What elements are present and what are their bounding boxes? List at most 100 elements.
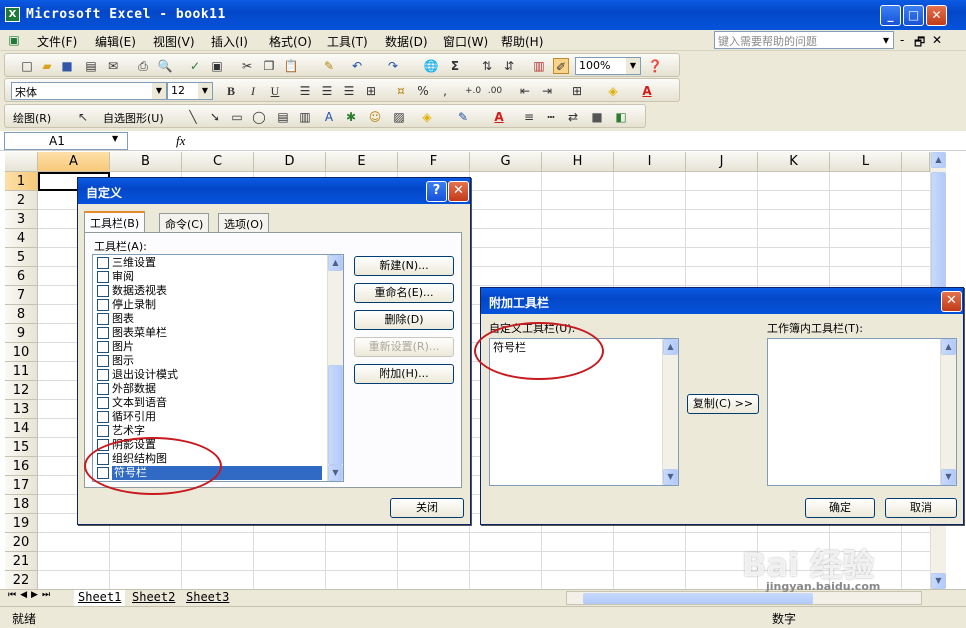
- row-header[interactable]: 8: [5, 305, 38, 324]
- select-all-corner[interactable]: [5, 152, 38, 172]
- workbook-toolbars-listbox[interactable]: ▲ ▼: [767, 338, 957, 486]
- row-header[interactable]: 15: [5, 438, 38, 457]
- list-scrollbar[interactable]: ▲ ▼: [327, 255, 343, 481]
- column-header[interactable]: C: [182, 152, 254, 172]
- row-header[interactable]: 3: [5, 210, 38, 229]
- row-header[interactable]: 22: [5, 571, 38, 590]
- row-header[interactable]: 18: [5, 495, 38, 514]
- tab-options[interactable]: 选项(O): [218, 213, 270, 232]
- help-icon[interactable]: ❓: [647, 58, 663, 74]
- column-header[interactable]: L: [830, 152, 902, 172]
- print-preview-icon[interactable]: 🔍: [157, 58, 173, 74]
- row-header[interactable]: 10: [5, 343, 38, 362]
- decrease-decimal-icon[interactable]: .00: [487, 83, 503, 99]
- new-toolbar-button[interactable]: 新建(N)...: [354, 256, 454, 276]
- column-header[interactable]: A: [38, 152, 110, 172]
- menu-insert[interactable]: 插入(I): [211, 33, 248, 50]
- sheet-tab-1[interactable]: Sheet1: [74, 590, 126, 606]
- row-header[interactable]: 4: [5, 229, 38, 248]
- row-header[interactable]: 1: [5, 172, 38, 191]
- percent-button[interactable]: %: [415, 83, 431, 99]
- sheet-horizontal-scrollbar[interactable]: [566, 591, 922, 605]
- menu-edit[interactable]: 编辑(E): [95, 33, 136, 50]
- column-header[interactable]: H: [542, 152, 614, 172]
- copy-icon[interactable]: ❐: [261, 58, 277, 74]
- tab-toolbars[interactable]: 工具栏(B): [84, 211, 146, 232]
- rename-button[interactable]: 重命名(E)...: [354, 283, 454, 303]
- column-header[interactable]: G: [470, 152, 542, 172]
- sheet-tab-3[interactable]: Sheet3: [184, 590, 231, 606]
- hscroll-thumb[interactable]: [583, 593, 813, 604]
- help-question-icon[interactable]: ?: [426, 181, 447, 202]
- menu-help[interactable]: 帮助(H): [501, 33, 543, 50]
- excel-doc-icon[interactable]: ▣: [6, 32, 22, 48]
- scroll-up-icon[interactable]: ▲: [941, 339, 956, 355]
- print-icon[interactable]: ⎙: [135, 58, 151, 74]
- new-icon[interactable]: □: [19, 58, 35, 74]
- cut-icon[interactable]: ✂: [239, 58, 255, 74]
- draw-menu[interactable]: 绘图(R): [13, 110, 51, 126]
- dialog-close-icon[interactable]: ✕: [941, 291, 962, 312]
- menu-view[interactable]: 视图(V): [153, 33, 195, 50]
- dialog-close-icon[interactable]: ✕: [448, 181, 469, 202]
- column-header[interactable]: E: [326, 152, 398, 172]
- merge-center-icon[interactable]: ⊞: [363, 83, 379, 99]
- excel-app-icon[interactable]: X: [5, 7, 20, 22]
- align-right-icon[interactable]: ☰: [341, 83, 357, 99]
- clipart-icon[interactable]: ☺: [367, 109, 383, 125]
- checkbox[interactable]: [97, 285, 109, 297]
- checkbox[interactable]: [97, 425, 109, 437]
- close-dialog-button[interactable]: 关闭: [390, 498, 464, 518]
- checkbox[interactable]: [97, 355, 109, 367]
- redo-icon[interactable]: ↷: [385, 58, 401, 74]
- line-color-icon[interactable]: ✎: [455, 109, 471, 125]
- column-header[interactable]: F: [398, 152, 470, 172]
- row-header[interactable]: 16: [5, 457, 38, 476]
- row-header[interactable]: 19: [5, 514, 38, 533]
- row-header[interactable]: 5: [5, 248, 38, 267]
- checkbox[interactable]: [97, 299, 109, 311]
- picture-icon[interactable]: ▨: [391, 109, 407, 125]
- permission-icon[interactable]: ▤: [83, 58, 99, 74]
- decrease-indent-icon[interactable]: ⇤: [517, 83, 533, 99]
- row-header[interactable]: 2: [5, 191, 38, 210]
- list-scrollbar[interactable]: ▲ ▼: [662, 339, 678, 485]
- increase-indent-icon[interactable]: ⇥: [539, 83, 555, 99]
- column-header[interactable]: D: [254, 152, 326, 172]
- textbox-icon[interactable]: ▤: [275, 109, 291, 125]
- attach-button[interactable]: 附加(H)...: [354, 364, 454, 384]
- scroll-down-icon[interactable]: ▼: [663, 469, 678, 485]
- email-icon[interactable]: ✉: [105, 58, 121, 74]
- scroll-down-icon[interactable]: ▼: [931, 573, 946, 589]
- sort-descending-icon[interactable]: ⇵: [501, 58, 517, 74]
- reset-button[interactable]: 重新设置(R)...: [354, 337, 454, 357]
- chevron-down-icon[interactable]: ▼: [112, 134, 118, 143]
- autoshapes-menu[interactable]: 自选图形(U): [103, 110, 164, 126]
- wordart-icon[interactable]: A: [321, 109, 337, 125]
- menu-format[interactable]: 格式(O): [269, 33, 312, 50]
- scroll-up-icon[interactable]: ▲: [663, 339, 678, 355]
- font-color-icon[interactable]: A: [491, 109, 507, 125]
- scroll-up-icon[interactable]: ▲: [931, 152, 946, 168]
- scroll-thumb[interactable]: [931, 172, 946, 292]
- checkbox[interactable]: [97, 369, 109, 381]
- fill-color-icon[interactable]: ◈: [419, 109, 435, 125]
- cancel-button[interactable]: 取消: [885, 498, 957, 518]
- column-header[interactable]: J: [686, 152, 758, 172]
- scroll-thumb[interactable]: [328, 365, 343, 465]
- row-header[interactable]: 11: [5, 362, 38, 381]
- select-objects-icon[interactable]: ↖: [75, 109, 91, 125]
- checkbox[interactable]: [97, 271, 109, 283]
- name-box[interactable]: A1: [4, 132, 128, 150]
- scroll-down-icon[interactable]: ▼: [328, 465, 343, 481]
- row-header[interactable]: 17: [5, 476, 38, 495]
- row-header[interactable]: 14: [5, 419, 38, 438]
- italic-button[interactable]: I: [245, 83, 261, 99]
- oval-icon[interactable]: ◯: [251, 109, 267, 125]
- line-icon[interactable]: ╲: [185, 109, 201, 125]
- undo-icon[interactable]: ↶: [349, 58, 365, 74]
- align-center-icon[interactable]: ☰: [319, 83, 335, 99]
- comma-button[interactable]: ,: [437, 83, 453, 99]
- arrow-style-icon[interactable]: ⇄: [565, 109, 581, 125]
- format-painter-icon[interactable]: ✎: [321, 58, 337, 74]
